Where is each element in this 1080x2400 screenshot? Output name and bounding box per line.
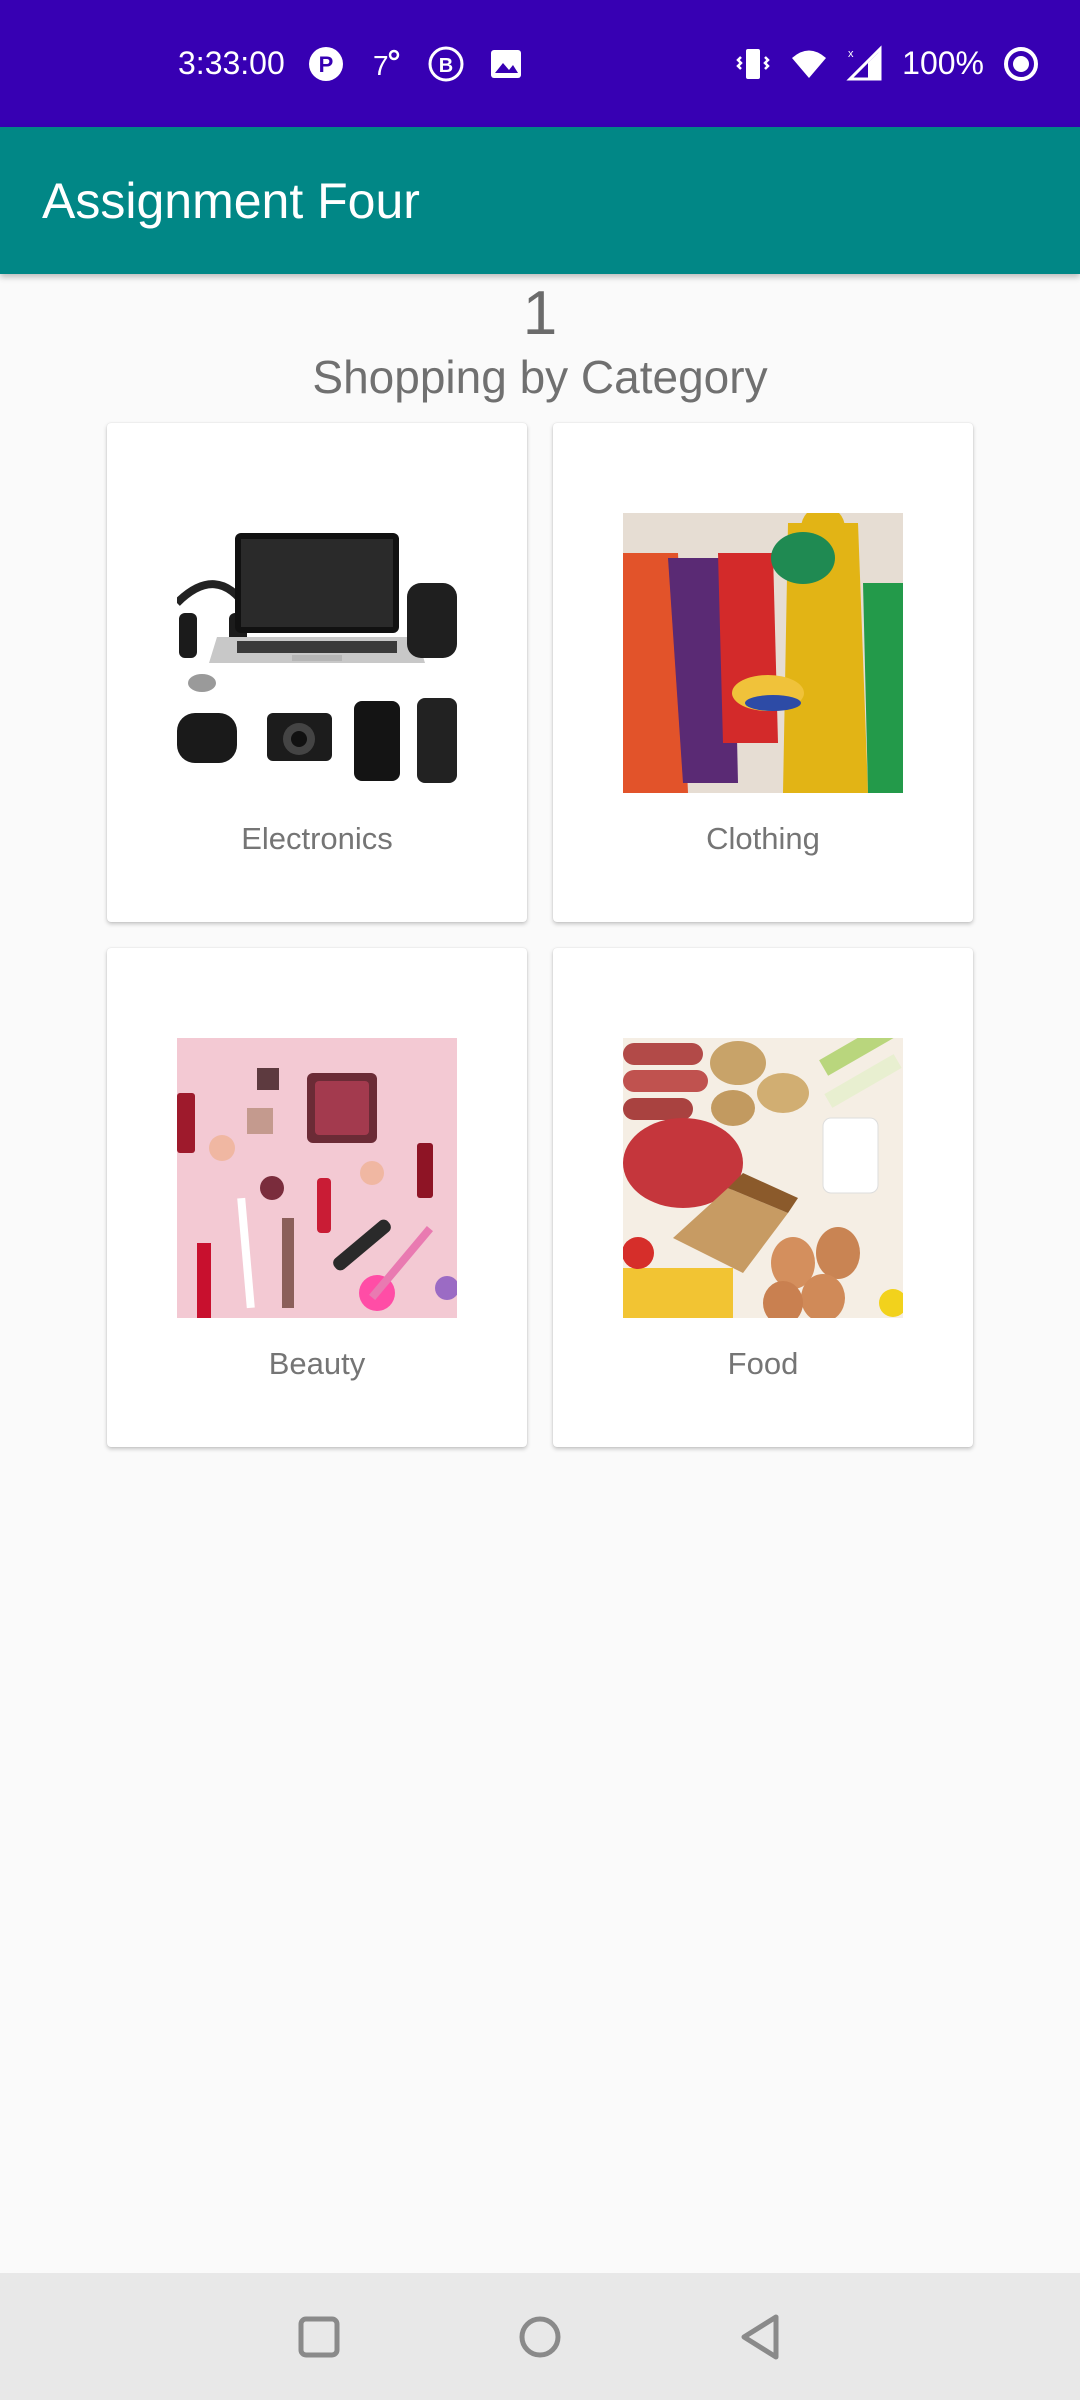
- counter-text: 1: [522, 279, 558, 348]
- wifi-icon: [792, 50, 827, 78]
- category-label: Electronics: [241, 821, 393, 856]
- status-left-group: 3:33:00 P 7 B: [178, 0, 525, 127]
- b-badge-icon: B: [428, 46, 464, 81]
- back-button[interactable]: [726, 2301, 798, 2373]
- status-right-group: x 100%: [734, 0, 1040, 127]
- app-title: Assignment Four: [42, 172, 420, 229]
- svg-text:7: 7: [373, 50, 389, 81]
- svg-text:P: P: [318, 52, 333, 77]
- image-icon: [490, 49, 521, 78]
- electronics-image: [177, 513, 457, 793]
- category-label: Clothing: [706, 821, 820, 856]
- beauty-image: [177, 1038, 457, 1318]
- svg-text:x: x: [848, 48, 854, 60]
- clothing-image: [623, 513, 903, 793]
- status-time: 3:33:00: [178, 45, 285, 81]
- category-card-clothing[interactable]: Clothing: [553, 423, 973, 922]
- page-heading: Shopping by Category: [312, 351, 768, 403]
- signal-icon: x: [846, 44, 882, 80]
- battery-ring-icon: [1004, 46, 1038, 81]
- app-bar: Assignment Four: [0, 127, 1080, 274]
- temperature-icon: 7: [373, 49, 400, 81]
- food-image: [623, 1038, 903, 1318]
- recents-button[interactable]: [283, 2301, 355, 2373]
- category-card-food[interactable]: Food: [553, 948, 973, 1447]
- status-bar: 3:33:00 P 7 B x 100%: [0, 0, 1080, 127]
- home-button[interactable]: [504, 2301, 576, 2373]
- battery-percent: 100%: [902, 45, 984, 81]
- vibrate-icon: [736, 48, 770, 79]
- category-label: Food: [727, 1346, 799, 1381]
- p-badge-icon: P: [308, 46, 343, 81]
- svg-text:B: B: [439, 55, 453, 77]
- navigation-bar: [0, 2273, 1080, 2400]
- category-card-beauty[interactable]: Beauty: [107, 948, 527, 1447]
- category-card-electronics[interactable]: Electronics: [107, 423, 527, 922]
- category-label: Beauty: [268, 1346, 366, 1381]
